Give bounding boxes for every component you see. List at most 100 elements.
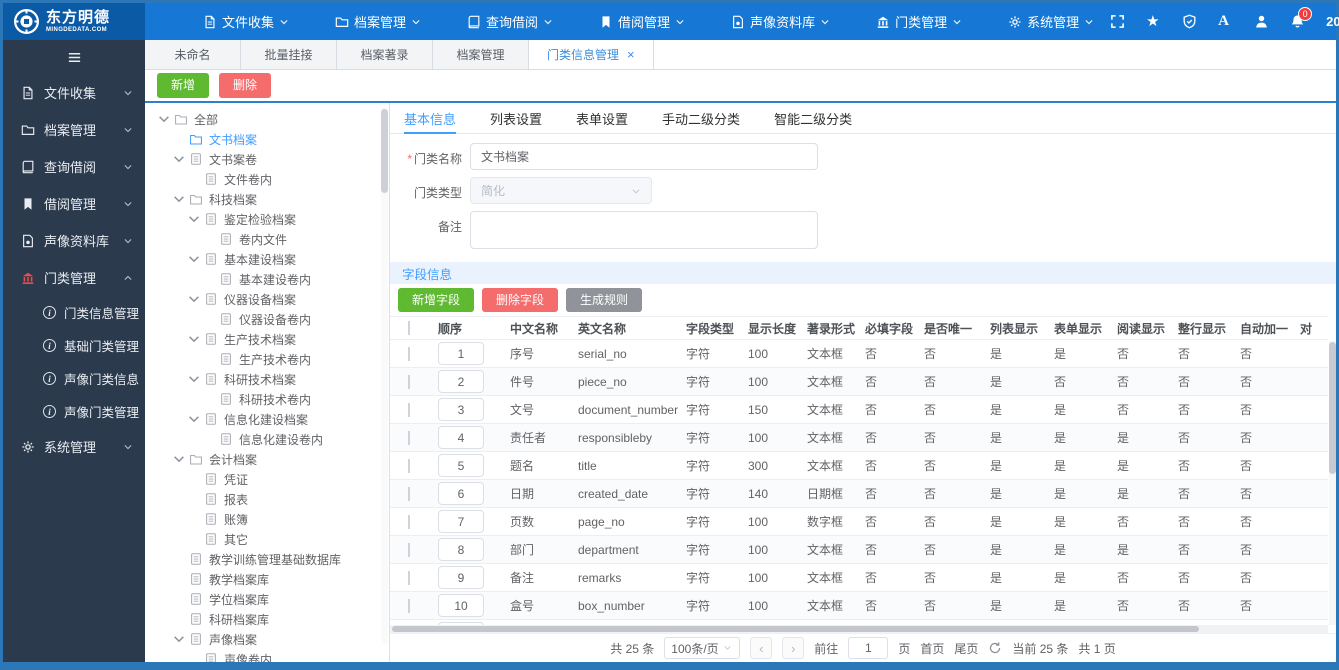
detail-tab[interactable]: 智能二级分类 [774, 103, 852, 133]
category-name-input[interactable] [470, 143, 818, 170]
detail-tab[interactable]: 表单设置 [576, 103, 628, 133]
tree-scrollbar-thumb[interactable] [381, 109, 388, 193]
bell-icon[interactable]: 0 [1290, 7, 1313, 29]
tree-item[interactable]: 声像卷内 [145, 649, 389, 662]
row-checkbox[interactable] [408, 514, 410, 529]
row-checkbox[interactable] [408, 430, 410, 445]
order-input[interactable] [438, 482, 484, 505]
table-hscroll-thumb[interactable] [392, 626, 1199, 632]
row-checkbox[interactable] [408, 458, 410, 473]
row-checkbox[interactable] [408, 374, 410, 389]
detail-tab[interactable]: 基本信息 [404, 103, 457, 134]
row-checkbox[interactable] [408, 402, 410, 417]
sidebar-subitem[interactable]: i 声像门类信息 [3, 362, 145, 395]
topnav-item[interactable]: 系统管理 [992, 12, 1110, 31]
order-input[interactable] [438, 538, 484, 561]
tree-item[interactable]: 文书案卷 [145, 149, 389, 169]
add-button[interactable]: 新增 [157, 73, 210, 98]
tree-item[interactable]: 卷内文件 [145, 229, 389, 249]
tree-item[interactable]: 报表 [145, 489, 389, 509]
category-type-select[interactable]: 简化 [470, 177, 652, 204]
shield-icon[interactable] [1182, 14, 1197, 29]
tab-item[interactable]: 未命名 [145, 40, 241, 69]
sidebar-subitem[interactable]: i 门类信息管理 [3, 296, 145, 329]
order-input[interactable] [438, 454, 484, 477]
sidebar-subitem[interactable]: i 声像门类管理 [3, 395, 145, 428]
tree-item[interactable]: 基本建设档案 [145, 249, 389, 269]
tree-item[interactable]: 科研技术卷内 [145, 389, 389, 409]
expand-icon[interactable] [1110, 14, 1125, 29]
detail-tab[interactable]: 列表设置 [490, 103, 542, 133]
table-horizontal-scrollbar[interactable] [390, 625, 1328, 633]
tree-item[interactable]: 文书档案 [145, 129, 389, 149]
tab-item[interactable]: 批量挂接 [241, 40, 337, 69]
row-checkbox[interactable] [408, 598, 410, 613]
detail-tab[interactable]: 手动二级分类 [662, 103, 740, 133]
menu-collapse-button[interactable] [3, 40, 145, 74]
tree-item[interactable]: 教学档案库 [145, 569, 389, 589]
order-input[interactable] [438, 370, 484, 393]
tree-item[interactable]: 全部 [145, 109, 389, 129]
sidebar-item[interactable]: 门类管理 [3, 259, 145, 296]
table-vertical-scrollbar[interactable] [1329, 341, 1336, 625]
delete-field-button[interactable]: 删除字段 [482, 287, 559, 313]
next-page-button[interactable]: › [782, 637, 805, 659]
table-vscroll-thumb[interactable] [1329, 342, 1336, 474]
user-icon[interactable] [1254, 14, 1269, 29]
font-icon[interactable]: A [1218, 14, 1233, 29]
row-checkbox[interactable] [408, 542, 410, 557]
tree-scrollbar[interactable] [381, 107, 388, 644]
order-input[interactable] [438, 398, 484, 421]
order-input[interactable] [438, 510, 484, 533]
topnav-item[interactable]: 声像资料库 [715, 12, 846, 31]
sidebar-item[interactable]: 查询借阅 [3, 148, 145, 185]
refresh-icon[interactable] [988, 641, 1002, 655]
topnav-item[interactable]: 门类管理 [860, 12, 978, 31]
row-checkbox[interactable] [408, 346, 410, 361]
tree-item[interactable]: 基本建设卷内 [145, 269, 389, 289]
topnav-item[interactable]: 档案管理 [319, 12, 437, 31]
tree-item[interactable]: 账簿 [145, 509, 389, 529]
topnav-item[interactable]: 借阅管理 [583, 12, 701, 31]
tree-item[interactable]: 会计档案 [145, 449, 389, 469]
last-page-link[interactable]: 尾页 [954, 640, 978, 657]
delete-button[interactable]: 删除 [219, 73, 272, 98]
sidebar-item[interactable]: 声像资料库 [3, 222, 145, 259]
tree-item[interactable]: 科研技术档案 [145, 369, 389, 389]
prev-page-button[interactable]: ‹ [750, 637, 773, 659]
remark-textarea[interactable] [470, 211, 818, 249]
order-input[interactable] [438, 594, 484, 617]
star-icon[interactable]: ★ [1146, 14, 1161, 29]
tree-item[interactable]: 鉴定检验档案 [145, 209, 389, 229]
tree-item[interactable]: 信息化建设档案 [145, 409, 389, 429]
tree-item[interactable]: 生产技术档案 [145, 329, 389, 349]
tree-item[interactable]: 教学训练管理基础数据库 [145, 549, 389, 569]
first-page-link[interactable]: 首页 [920, 640, 944, 657]
tree-item[interactable]: 凭证 [145, 469, 389, 489]
tab-close-icon[interactable]: × [627, 47, 635, 62]
tab-item[interactable]: 档案管理 [433, 40, 529, 69]
order-input[interactable] [438, 566, 484, 589]
add-field-button[interactable]: 新增字段 [398, 287, 475, 313]
tree-item[interactable]: 其它 [145, 529, 389, 549]
topnav-item[interactable]: 查询借阅 [451, 12, 569, 31]
select-all-checkbox[interactable] [408, 321, 410, 335]
sidebar-item[interactable]: 档案管理 [3, 111, 145, 148]
tree-item[interactable]: 声像档案 [145, 629, 389, 649]
order-input[interactable] [438, 426, 484, 449]
page-size-select[interactable]: 100条/页 [664, 637, 741, 659]
tab-item[interactable]: 门类信息管理 × [529, 40, 654, 69]
generate-rule-button[interactable]: 生成规则 [566, 287, 643, 313]
tab-item[interactable]: 档案著录 [337, 40, 433, 69]
tree-item[interactable]: 科研档案库 [145, 609, 389, 629]
tree-item[interactable]: 生产技术卷内 [145, 349, 389, 369]
page-number-input[interactable] [848, 637, 889, 659]
tree-item[interactable]: 信息化建设卷内 [145, 429, 389, 449]
row-checkbox[interactable] [408, 570, 410, 585]
order-input[interactable] [438, 342, 484, 365]
tree-item[interactable]: 科技档案 [145, 189, 389, 209]
tree-item[interactable]: 学位档案库 [145, 589, 389, 609]
tree-item[interactable]: 文件卷内 [145, 169, 389, 189]
sidebar-item[interactable]: 借阅管理 [3, 185, 145, 222]
tree-item[interactable]: 仪器设备卷内 [145, 309, 389, 329]
